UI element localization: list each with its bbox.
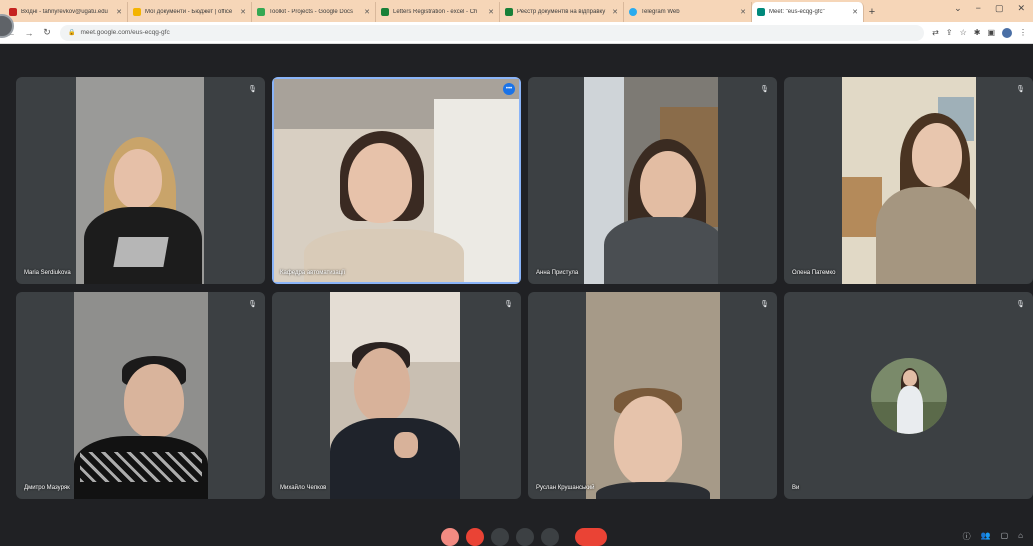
participant-name: Кафедра автоматизації <box>280 270 346 276</box>
participant-name: Ви <box>792 485 800 491</box>
google-drive-icon <box>257 8 265 16</box>
minimize-icon[interactable]: − <box>976 3 981 14</box>
reload-icon[interactable]: ↻ <box>42 27 52 38</box>
browser-tab[interactable]: Telegram Web ✕ <box>624 2 752 22</box>
info-icon[interactable]: ⓘ <box>963 531 971 542</box>
lock-icon[interactable]: 🔒 <box>68 29 75 36</box>
browser-tab[interactable]: Letters Registration - excel - Ch ✕ <box>376 2 500 22</box>
browser-tab-strip: Вхідні - tahnyrevkov@ugatu.edu ✕ Мої доку… <box>0 0 1033 22</box>
profile-avatar[interactable] <box>1002 27 1012 38</box>
participant-name: Михайло Чепков <box>280 485 327 491</box>
participant-tile[interactable]: 🎙 Олена Патемко <box>784 77 1033 284</box>
participant-tile[interactable]: 🎙 Maria Serdiukova <box>16 77 265 284</box>
translate-icon[interactable]: ⇄ <box>932 28 939 38</box>
google-meet-icon <box>757 8 765 16</box>
captions-button[interactable] <box>491 528 509 546</box>
activities-icon[interactable]: ⌂ <box>1018 531 1023 542</box>
participant-tile[interactable]: 🎙 Анна Пристула <box>528 77 777 284</box>
leave-call-button[interactable] <box>575 528 607 546</box>
browser-tab-active[interactable]: Meet: "eus-ecqg-gfc" ✕ <box>752 2 864 22</box>
avatar <box>870 357 947 434</box>
participant-video <box>330 292 460 499</box>
telegram-icon <box>629 8 637 16</box>
close-tab-icon[interactable]: ✕ <box>612 8 618 16</box>
mic-button[interactable] <box>441 528 459 546</box>
chat-icon[interactable]: ▢ <box>1001 531 1009 542</box>
url-text: meet.google.com/eus-ecqg-gfc <box>80 29 170 36</box>
sidebar-icon[interactable]: ▣ <box>987 28 995 38</box>
muted-mic-icon: 🎙 <box>504 301 513 308</box>
browser-toolbar: ← → ↻ 🔒 meet.google.com/eus-ecqg-gfc ⇄ ⇪… <box>0 22 1033 44</box>
forward-icon[interactable]: → <box>24 28 34 38</box>
side-controls: ⓘ 👥 ▢ ⌂ <box>963 531 1023 542</box>
extensions-icon[interactable]: ✱ <box>974 28 981 38</box>
participant-video <box>586 292 720 499</box>
participant-tile[interactable]: 🎙 Михайло Чепков <box>272 292 521 499</box>
speaking-indicator-icon: ••• <box>503 83 515 95</box>
participant-video <box>842 77 976 284</box>
toolbar-icons: ⇄ ⇪ ☆ ✱ ▣ ⋮ <box>932 27 1027 38</box>
gmail-icon <box>9 8 17 16</box>
muted-mic-icon: 🎙 <box>1016 86 1025 93</box>
sheets-icon <box>505 8 513 16</box>
bookmark-star-icon[interactable]: ☆ <box>960 28 967 38</box>
close-tab-icon[interactable]: ✕ <box>488 8 494 16</box>
muted-mic-icon: 🎙 <box>760 301 769 308</box>
maximize-icon[interactable]: ▢ <box>995 3 1004 14</box>
meeting-area: 🎙 Maria Serdiukova ••• Кафедра автоматиз… <box>0 45 1033 541</box>
browser-tab[interactable]: Вхідні - tahnyrevkov@ugatu.edu ✕ <box>4 2 128 22</box>
muted-mic-icon: 🎙 <box>1016 301 1025 308</box>
browser-tab[interactable]: Toolkit - Projects - Google Docs ✕ <box>252 2 376 22</box>
close-tab-icon[interactable]: ✕ <box>364 8 370 16</box>
new-tab-button[interactable]: + <box>864 2 880 22</box>
camera-button[interactable] <box>466 528 484 546</box>
menu-icon[interactable]: ⋮ <box>1019 28 1027 38</box>
participant-video <box>76 77 204 284</box>
browser-tab[interactable]: Реєстр документів на відправку ✕ <box>500 2 624 22</box>
meeting-controls: ⓘ 👥 ▢ ⌂ <box>0 523 1033 546</box>
close-tab-icon[interactable]: ✕ <box>240 8 246 16</box>
close-tab-icon[interactable]: ✕ <box>116 8 122 16</box>
tab-search-icon[interactable]: ⌄ <box>954 3 962 14</box>
participant-name: Maria Serdiukova <box>24 270 71 276</box>
participant-name: Дмитро Мазуряк <box>24 485 70 491</box>
share-icon[interactable]: ⇪ <box>946 28 953 38</box>
people-icon[interactable]: 👥 <box>981 531 991 542</box>
muted-mic-icon: 🎙 <box>248 86 257 93</box>
participant-video <box>584 77 718 284</box>
window-controls: ⌄ − ▢ ✕ <box>954 3 1025 14</box>
participant-video <box>74 292 208 499</box>
participant-tile-speaking[interactable]: ••• Кафедра автоматизації <box>272 77 521 284</box>
participant-tile[interactable]: 🎙 Руслан Крушанський <box>528 292 777 499</box>
participant-name: Олена Патемко <box>792 270 836 276</box>
office-icon <box>133 8 141 16</box>
self-tile[interactable]: 🎙 Ви <box>784 292 1033 499</box>
muted-mic-icon: 🎙 <box>248 301 257 308</box>
muted-mic-icon: 🎙 <box>760 86 769 93</box>
address-bar[interactable]: 🔒 meet.google.com/eus-ecqg-gfc <box>60 24 925 41</box>
close-tab-icon[interactable]: ✕ <box>852 8 858 16</box>
participant-name: Анна Пристула <box>536 270 579 276</box>
close-tab-icon[interactable]: ✕ <box>740 8 746 16</box>
present-button[interactable] <box>516 528 534 546</box>
participant-name: Руслан Крушанський <box>536 485 595 491</box>
more-options-button[interactable] <box>541 528 559 546</box>
close-window-icon[interactable]: ✕ <box>1017 3 1025 14</box>
participant-tile[interactable]: 🎙 Дмитро Мазуряк <box>16 292 265 499</box>
participant-video <box>274 79 519 282</box>
sheets-icon <box>381 8 389 16</box>
browser-tab[interactable]: Мої документи - Бюджет | office ✕ <box>128 2 252 22</box>
